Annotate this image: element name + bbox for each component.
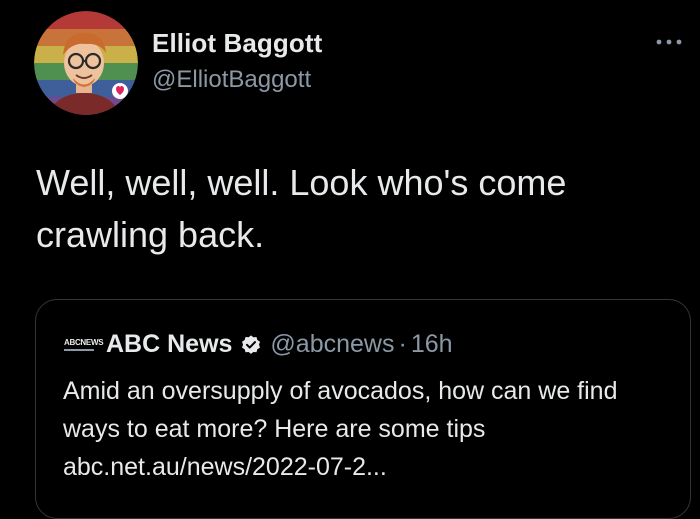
author-name[interactable]: Elliot Baggott xyxy=(152,28,322,59)
quoted-author-name[interactable]: ABC News xyxy=(106,330,232,359)
author-handle[interactable]: @ElliotBaggott xyxy=(152,66,311,94)
verified-badge-icon xyxy=(240,334,262,356)
author-avatar[interactable] xyxy=(34,11,138,115)
more-dots-icon xyxy=(656,39,682,45)
more-options-button[interactable] xyxy=(652,30,686,54)
quoted-author-handle[interactable]: @abcnews xyxy=(270,330,394,359)
quoted-tweet-header: ABCNEWS ABC News @abcnews · 16h xyxy=(64,330,453,359)
abc-news-logo[interactable]: ABCNEWS xyxy=(64,337,104,353)
tweet-text: Well, well, well. Look who's come crawli… xyxy=(36,162,567,255)
quoted-tweet-timestamp[interactable]: 16h xyxy=(411,330,453,359)
dot-separator: · xyxy=(398,330,407,358)
quoted-tweet-card[interactable]: ABCNEWS ABC News @abcnews · 16h Amid an … xyxy=(35,299,691,519)
logo-text: ABCNEWS xyxy=(64,337,104,347)
logo-underline xyxy=(64,348,94,351)
quoted-tweet-text: Amid an oversupply of avocados, how can … xyxy=(63,377,618,481)
